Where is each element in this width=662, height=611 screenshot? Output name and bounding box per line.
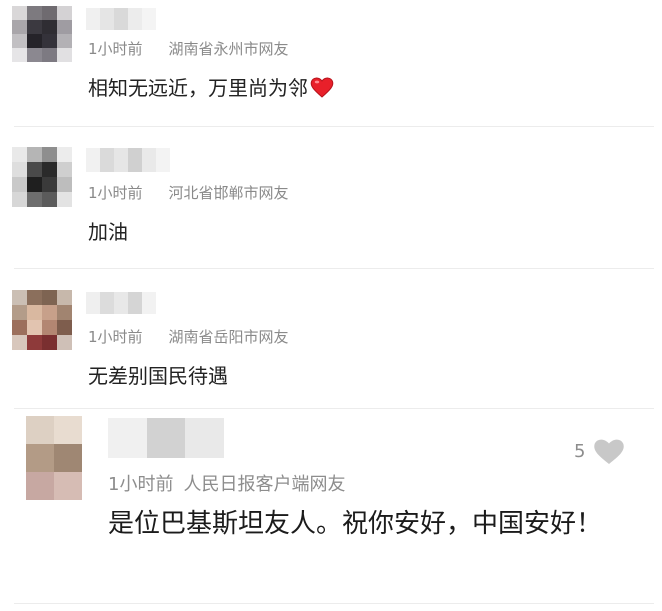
comment-time: 1小时前 xyxy=(88,328,143,346)
avatar[interactable] xyxy=(12,290,72,350)
comment-text: 加油 xyxy=(88,220,128,244)
comment-location: 人民日报客户端网友 xyxy=(183,474,346,495)
username-blurred[interactable] xyxy=(86,8,156,30)
comment-meta: 1小时前 湖南省永州市网友 xyxy=(88,38,289,59)
divider xyxy=(14,126,654,127)
comment-text: 是位巴基斯坦友人。祝你安好，中国安好！ xyxy=(108,509,603,539)
comment-time: 1小时前 xyxy=(88,184,143,202)
comment-location: 河北省邯郸市网友 xyxy=(168,184,289,202)
comment-location: 湖南省永州市网友 xyxy=(168,40,289,58)
divider xyxy=(14,268,654,269)
heart-like-icon xyxy=(594,439,625,464)
comment-meta: 1小时前 湖南省岳阳市网友 xyxy=(88,326,289,347)
like-button[interactable]: 5 xyxy=(574,437,625,465)
avatar[interactable] xyxy=(26,416,82,500)
username-blurred[interactable] xyxy=(108,418,224,458)
like-count: 5 xyxy=(574,440,586,462)
comment-location: 湖南省岳阳市网友 xyxy=(168,328,289,346)
heart-emoji-icon xyxy=(310,77,334,98)
comment-meta: 1小时前 河北省邯郸市网友 xyxy=(88,182,289,203)
divider xyxy=(14,408,654,409)
comment-meta: 1小时前 人民日报客户端网友 xyxy=(108,470,345,496)
comment-time: 1小时前 xyxy=(88,40,143,58)
divider xyxy=(14,603,654,604)
username-blurred[interactable] xyxy=(86,148,170,172)
username-blurred[interactable] xyxy=(86,292,156,314)
comment-time: 1小时前 xyxy=(108,474,174,495)
avatar[interactable] xyxy=(12,147,72,207)
avatar[interactable] xyxy=(12,6,72,62)
comment-text: 无差别国民待遇 xyxy=(88,364,228,388)
comment-text: 相知无远近，万里尚为邻 xyxy=(88,76,334,100)
